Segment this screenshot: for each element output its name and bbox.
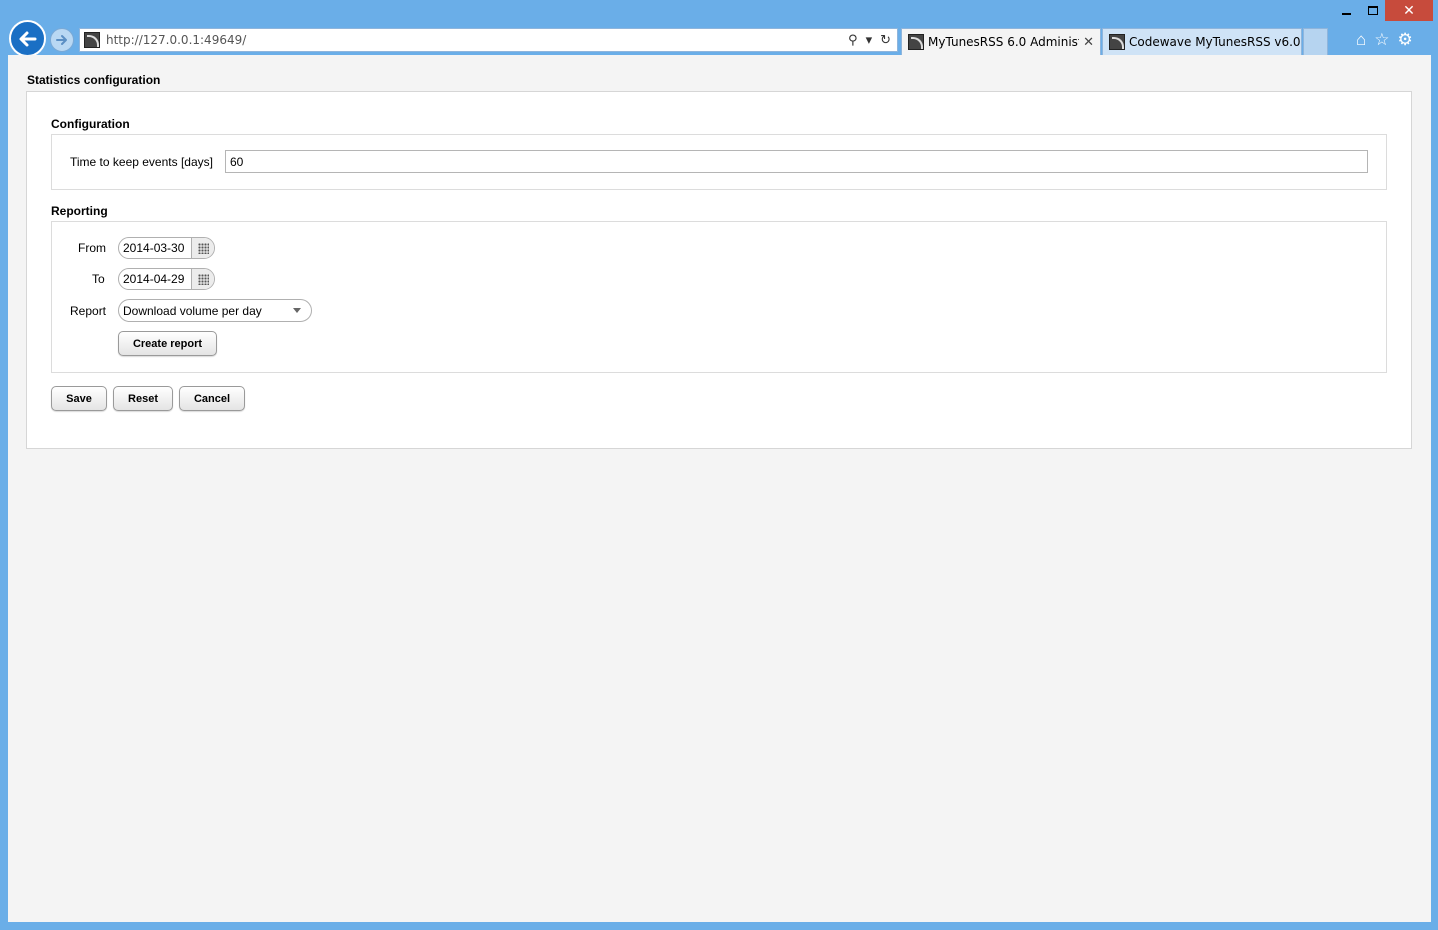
page-title: Statistics configuration — [27, 73, 161, 87]
address-url[interactable]: http://127.0.0.1:49649/ — [106, 33, 848, 47]
minimize-icon — [1341, 12, 1351, 15]
save-button[interactable]: Save — [51, 386, 107, 411]
forward-button[interactable] — [50, 28, 74, 52]
close-tab-icon[interactable]: ✕ — [1083, 35, 1094, 50]
create-report-button[interactable]: Create report — [118, 331, 217, 356]
report-label: Report — [70, 304, 107, 318]
new-tab-button[interactable] — [1303, 28, 1328, 55]
cancel-button[interactable]: Cancel — [179, 386, 245, 411]
settings-gear-icon[interactable]: ⚙ — [1398, 30, 1413, 50]
address-bar[interactable]: http://127.0.0.1:49649/ ⚲ ▾ ↻ — [79, 28, 898, 52]
maximize-icon — [1368, 6, 1378, 15]
rss-favicon-icon — [908, 34, 924, 50]
back-arrow-icon — [19, 31, 36, 46]
report-select-value: Download volume per day — [123, 303, 262, 318]
keep-events-label: Time to keep events [days] — [70, 155, 213, 169]
from-date-input[interactable]: 2014-03-30 — [118, 237, 215, 259]
back-button[interactable] — [9, 20, 46, 57]
keep-events-input[interactable]: 60 — [225, 150, 1368, 173]
from-date-value[interactable]: 2014-03-30 — [119, 241, 191, 255]
tab-label: MyTunesRSS 6.0 Administra... — [928, 35, 1079, 49]
page-content: Statistics configuration Configuration T… — [8, 55, 1431, 922]
window-border-right — [1431, 55, 1438, 930]
window-border-left — [0, 55, 8, 930]
maximize-button[interactable] — [1358, 0, 1388, 21]
close-icon: ✕ — [1403, 2, 1415, 18]
to-date-input[interactable]: 2014-04-29 — [118, 268, 215, 290]
from-calendar-button[interactable] — [191, 238, 214, 258]
to-label: To — [92, 272, 105, 286]
configuration-box: Time to keep events [days] 60 — [51, 134, 1387, 190]
to-calendar-button[interactable] — [191, 269, 214, 289]
from-label: From — [78, 241, 106, 255]
report-select[interactable]: Download volume per day — [118, 299, 312, 322]
refresh-icon[interactable]: ↻ — [880, 32, 891, 48]
reporting-box: From 2014-03-30 To 2014-04-29 Report Dow… — [51, 221, 1387, 373]
rss-favicon-icon — [84, 32, 100, 48]
reset-button[interactable]: Reset — [113, 386, 173, 411]
calendar-icon — [197, 273, 209, 285]
calendar-icon — [197, 242, 209, 254]
rss-favicon-icon — [1109, 34, 1125, 50]
dropdown-icon[interactable]: ▾ — [866, 32, 873, 48]
tab-label: Codewave MyTunesRSS v6.0 — [1129, 35, 1301, 49]
configuration-heading: Configuration — [51, 117, 130, 131]
reporting-heading: Reporting — [51, 204, 108, 218]
statistics-panel: Configuration Time to keep events [days]… — [26, 91, 1412, 449]
search-icon[interactable]: ⚲ — [848, 32, 858, 48]
chevron-down-icon — [293, 308, 301, 313]
window-border-bottom — [0, 922, 1438, 930]
to-date-value[interactable]: 2014-04-29 — [119, 272, 191, 286]
close-window-button[interactable]: ✕ — [1385, 0, 1433, 21]
tab-codewave-mytunesrss[interactable]: Codewave MyTunesRSS v6.0 — [1102, 28, 1302, 55]
forward-arrow-icon — [56, 35, 67, 45]
home-icon[interactable]: ⌂ — [1356, 30, 1366, 50]
favorites-star-icon[interactable]: ☆ — [1374, 30, 1389, 50]
tab-mytunesrss-admin[interactable]: MyTunesRSS 6.0 Administra... ✕ — [901, 28, 1101, 55]
minimize-button[interactable] — [1331, 0, 1361, 21]
